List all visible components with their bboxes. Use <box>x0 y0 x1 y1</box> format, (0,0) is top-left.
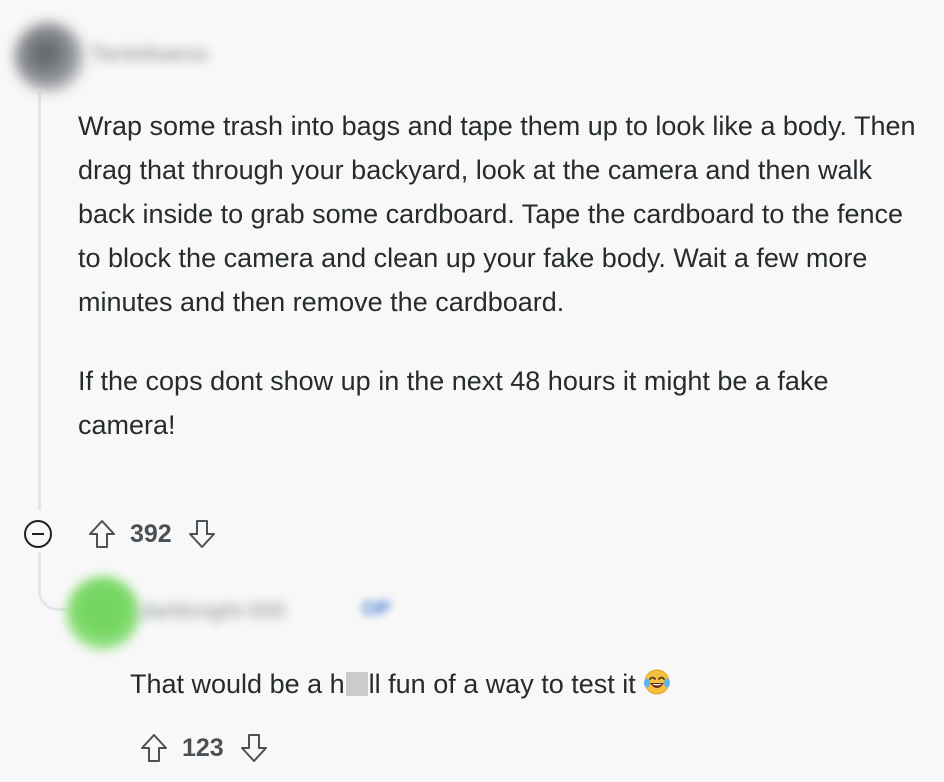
upvote-button[interactable] <box>84 516 120 552</box>
comment-thread: Tanteibaeso Wrap some trash into bags an… <box>0 0 944 782</box>
username[interactable]: darkknight-000 <box>140 598 286 624</box>
downvote-button[interactable] <box>184 516 220 552</box>
reply-text-part: ll fun of a way to test it <box>368 669 636 699</box>
reply-action-bar: 123 <box>136 728 272 768</box>
minus-circle-icon <box>24 520 52 548</box>
vote-count: 392 <box>130 519 172 548</box>
collapse-button[interactable] <box>22 518 54 550</box>
redaction-box <box>345 672 368 696</box>
thread-rail-connector <box>38 552 67 611</box>
comment-paragraph: Wrap some trash into bags and tape them … <box>78 111 916 317</box>
reply-body: That would be a h ll fun of a way to test… <box>130 662 672 710</box>
avatar[interactable] <box>66 576 140 650</box>
comment-action-bar: 392 <box>22 514 220 554</box>
reply-text-part: That would be a h <box>130 669 345 699</box>
thread-rail[interactable] <box>38 92 41 510</box>
comment-body: Wrap some trash into bags and tape them … <box>78 104 928 447</box>
arrow-up-icon <box>89 520 115 548</box>
downvote-button[interactable] <box>236 730 272 766</box>
comment-paragraph: If the cops dont show up in the next 48 … <box>78 366 829 440</box>
upvote-button[interactable] <box>136 730 172 766</box>
op-badge: OP <box>362 598 391 620</box>
arrow-down-icon <box>188 520 215 548</box>
avatar[interactable] <box>14 22 84 92</box>
username[interactable]: Tanteibaeso <box>90 41 209 67</box>
vote-count: 123 <box>182 733 224 762</box>
arrow-down-icon <box>240 734 267 762</box>
arrow-up-icon <box>141 734 167 762</box>
face-with-tears-of-joy-emoji <box>642 666 672 710</box>
